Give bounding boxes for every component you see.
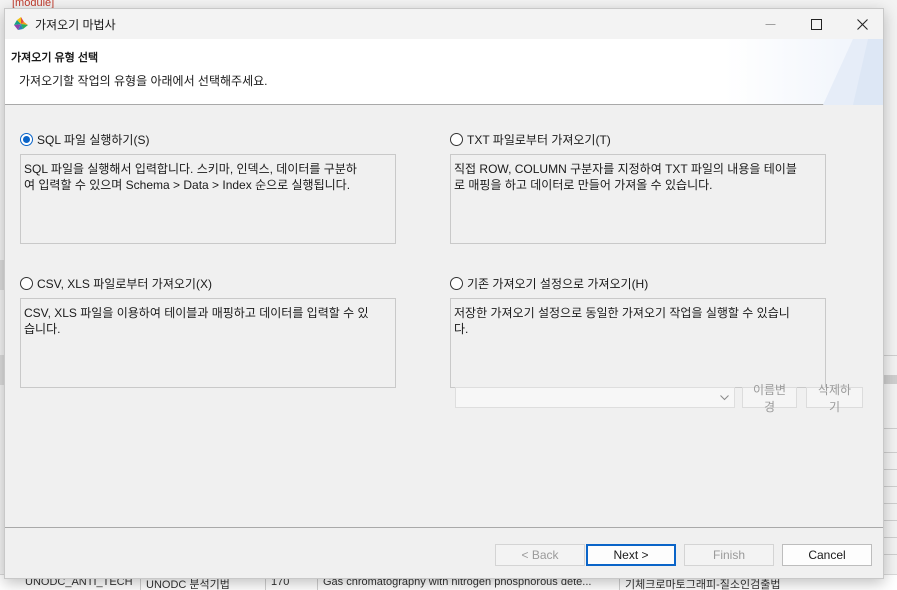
header-decoration <box>823 39 883 105</box>
chevron-down-icon <box>720 395 729 401</box>
description-line: 습니다. <box>24 322 61 336</box>
window-title: 가져오기 마법사 <box>35 18 116 32</box>
background-divider <box>884 554 897 555</box>
maximize-button[interactable] <box>793 9 839 39</box>
wizard-header: 가져오기 유형 선택 가져오기할 작업의 유형을 아래에서 선택해주세요. <box>5 39 883 105</box>
description-line: 직접 ROW, COLUMN 구분자를 지정하여 TXT 파일의 내용을 테이블 <box>454 162 797 176</box>
back-button[interactable]: < Back <box>495 544 585 566</box>
description-line: 로 매핑을 하고 데이터로 만들어 가져올 수 있습니다. <box>454 178 713 192</box>
close-icon <box>856 18 868 30</box>
option-txt-description: 직접 ROW, COLUMN 구분자를 지정하여 TXT 파일의 내용을 테이블… <box>450 154 826 244</box>
saved-settings-dropdown[interactable] <box>455 387 735 408</box>
cancel-button[interactable]: Cancel <box>782 544 872 566</box>
description-line: 저장한 가져오기 설정으로 동일한 가져오기 작업을 실행할 수 있습니 <box>454 306 790 320</box>
background-divider <box>884 520 897 521</box>
radio-unchecked-icon <box>20 277 33 290</box>
background-scrollbar <box>884 375 897 384</box>
description-line: 여 입력할 수 있으며 Schema > Data > Index 순으로 실행… <box>24 178 351 192</box>
option-label: CSV, XLS 파일로부터 가져오기(X) <box>37 277 212 291</box>
description-line: CSV, XLS 파일을 이용하여 테이블과 매핑하고 데이터를 입력할 수 있 <box>24 306 369 320</box>
background-divider <box>884 486 897 487</box>
description-line: SQL 파일을 실행해서 입력합니다. 스키마, 인덱스, 데이터를 구분하 <box>24 162 357 176</box>
option-txt-radio[interactable]: TXT 파일로부터 가져오기(T) <box>450 131 611 148</box>
close-button[interactable] <box>839 9 883 39</box>
delete-button[interactable]: 삭제하기 <box>806 383 863 414</box>
wizard-content: SQL 파일 실행하기(S) SQL 파일을 실행해서 입력합니다. 스키마, … <box>5 106 883 526</box>
background-divider <box>884 537 897 538</box>
option-saved-settings-radio[interactable]: 기존 가져오기 설정으로 가져오기(H) <box>450 275 648 292</box>
next-button[interactable]: Next > <box>586 544 676 566</box>
page-description: 가져오기할 작업의 유형을 아래에서 선택해주세요. <box>19 74 268 88</box>
rename-button[interactable]: 이름변경 <box>742 383 797 414</box>
finish-button[interactable]: Finish <box>684 544 774 566</box>
option-label: SQL 파일 실행하기(S) <box>37 133 150 147</box>
option-label: 기존 가져오기 설정으로 가져오기(H) <box>467 277 649 291</box>
minimize-icon <box>765 23 775 25</box>
radio-unchecked-icon <box>450 277 463 290</box>
background-divider <box>884 452 897 453</box>
radio-checked-icon <box>20 133 33 146</box>
title-bar[interactable]: 가져오기 마법사 <box>5 9 883 39</box>
option-sql-radio[interactable]: SQL 파일 실행하기(S) <box>20 131 149 148</box>
background-divider <box>884 428 897 429</box>
colorful-pinwheel-icon <box>14 17 28 30</box>
option-csv-xls-description: CSV, XLS 파일을 이용하여 테이블과 매핑하고 데이터를 입력할 수 있… <box>20 298 396 388</box>
background-divider <box>884 469 897 470</box>
minimize-button[interactable] <box>747 9 793 39</box>
page-title: 가져오기 유형 선택 <box>11 52 99 64</box>
option-label: TXT 파일로부터 가져오기(T) <box>467 133 611 147</box>
import-wizard-dialog: 가져오기 마법사 가져오기 유형 선택 가져오기할 작업의 유형을 아래에서 선… <box>4 8 884 579</box>
option-saved-settings-description: 저장한 가져오기 설정으로 동일한 가져오기 작업을 실행할 수 있습니 다. <box>450 298 826 388</box>
option-sql-description: SQL 파일을 실행해서 입력합니다. 스키마, 인덱스, 데이터를 구분하 여… <box>20 154 396 244</box>
footer-divider <box>5 527 883 528</box>
background-divider <box>884 503 897 504</box>
background-divider <box>884 355 897 356</box>
radio-unchecked-icon <box>450 133 463 146</box>
description-line: 다. <box>454 322 469 336</box>
option-csv-xls-radio[interactable]: CSV, XLS 파일로부터 가져오기(X) <box>20 275 212 292</box>
maximize-icon <box>810 18 822 30</box>
